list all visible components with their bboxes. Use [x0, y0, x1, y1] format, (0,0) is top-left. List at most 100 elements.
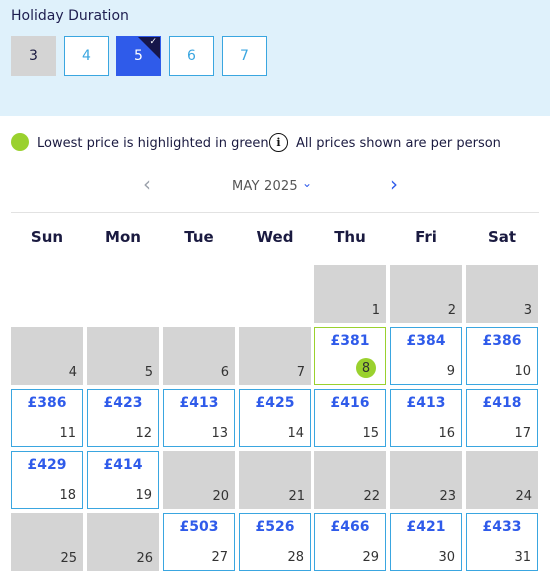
chevron-down-icon[interactable]: ⌄ — [302, 176, 312, 190]
day-number: 21 — [288, 489, 305, 504]
day-price: £421 — [406, 519, 446, 535]
day-number: 3 — [523, 303, 532, 318]
calendar-day-31[interactable]: £433 31 — [466, 513, 538, 571]
month-navigation: ‹ MAY 2025 ⌄ › — [0, 172, 550, 198]
weekday-wed: Wed — [256, 228, 294, 246]
info-icon: i — [269, 133, 288, 152]
day-number: 1 — [371, 303, 380, 318]
holiday-duration-title: Holiday Duration — [11, 8, 129, 24]
calendar-day-16[interactable]: £413 16 — [390, 389, 462, 447]
day-number: 13 — [211, 426, 228, 441]
calendar-day-3: 3 — [466, 265, 538, 323]
day-number: 23 — [439, 489, 456, 504]
calendar-day-22: 22 — [314, 451, 386, 509]
calendar-day-9[interactable]: £384 9 — [390, 327, 462, 385]
calendar-day-20: 20 — [163, 451, 235, 509]
calendar-day-26: 26 — [87, 513, 159, 571]
calendar-day-1: 1 — [314, 265, 386, 323]
calendar-day-11[interactable]: £386 11 — [11, 389, 83, 447]
day-number: 5 — [144, 365, 153, 380]
day-price: £384 — [406, 333, 446, 349]
weekday-sat: Sat — [487, 228, 517, 246]
day-number: 10 — [514, 364, 531, 379]
calendar-day-5: 5 — [87, 327, 159, 385]
duration-option-3: 3 — [11, 36, 56, 76]
calendar-day-13[interactable]: £413 13 — [163, 389, 235, 447]
day-price: £418 — [482, 395, 522, 411]
calendar-day-7: 7 — [239, 327, 311, 385]
price-legend: Lowest price is highlighted in green i A… — [11, 130, 541, 156]
weekday-sun: Sun — [30, 228, 64, 246]
duration-option-5[interactable]: 5 ✓ — [116, 36, 161, 76]
calendar-day-15[interactable]: £416 15 — [314, 389, 386, 447]
calendar-day-8[interactable]: £381 8 — [314, 327, 386, 385]
calendar-day-2: 2 — [390, 265, 462, 323]
day-price: £386 — [482, 333, 522, 349]
per-person-legend-text: All prices shown are per person — [296, 136, 501, 151]
day-price: £423 — [103, 395, 143, 411]
day-price: £466 — [330, 519, 370, 535]
month-label[interactable]: MAY 2025 — [232, 179, 298, 194]
weekday-mon: Mon — [105, 228, 141, 246]
duration-option-label: 3 — [29, 48, 38, 64]
day-number: 14 — [287, 426, 304, 441]
day-number: 20 — [212, 489, 229, 504]
duration-option-7[interactable]: 7 — [222, 36, 267, 76]
duration-option-label: 4 — [82, 48, 91, 64]
day-price: £413 — [406, 395, 446, 411]
day-price: £429 — [27, 457, 67, 473]
day-price: £433 — [482, 519, 522, 535]
day-number: 4 — [68, 365, 77, 380]
day-number: 18 — [59, 488, 76, 503]
day-number: 31 — [514, 550, 531, 565]
duration-option-label: 6 — [187, 48, 196, 64]
calendar-day-30[interactable]: £421 30 — [390, 513, 462, 571]
next-month-icon[interactable]: › — [390, 172, 398, 196]
calendar-day-14[interactable]: £425 14 — [239, 389, 311, 447]
day-number: 26 — [136, 551, 153, 566]
day-number: 16 — [438, 426, 455, 441]
day-number: 19 — [135, 488, 152, 503]
weekday-tue: Tue — [184, 228, 214, 246]
calendar-day-10[interactable]: £386 10 — [466, 327, 538, 385]
duration-option-label: 7 — [240, 48, 249, 64]
weekday-thu: Thu — [334, 228, 366, 246]
calendar-day-28[interactable]: £526 28 — [239, 513, 311, 571]
day-number: 7 — [296, 365, 305, 380]
day-price: £386 — [27, 395, 67, 411]
day-price: £526 — [255, 519, 295, 535]
calendar-day-29[interactable]: £466 29 — [314, 513, 386, 571]
duration-option-4[interactable]: 4 — [64, 36, 109, 76]
day-number: 15 — [362, 426, 379, 441]
day-price: £381 — [330, 333, 370, 349]
calendar-day-19[interactable]: £414 19 — [87, 451, 159, 509]
calendar-day-23: 23 — [390, 451, 462, 509]
weekday-fri: Fri — [415, 228, 437, 246]
checkmark-icon: ✓ — [149, 37, 157, 47]
calendar-day-12[interactable]: £423 12 — [87, 389, 159, 447]
divider — [11, 212, 539, 213]
day-number: 27 — [211, 550, 228, 565]
duration-option-6[interactable]: 6 — [169, 36, 214, 76]
day-number: 12 — [135, 426, 152, 441]
day-price: £414 — [103, 457, 143, 473]
day-number: 29 — [362, 550, 379, 565]
day-number: 2 — [447, 303, 456, 318]
day-price: £425 — [255, 395, 295, 411]
day-price: £416 — [330, 395, 370, 411]
day-price: £503 — [179, 519, 219, 535]
lowest-price-legend-text: Lowest price is highlighted in green — [37, 136, 269, 151]
calendar-day-6: 6 — [163, 327, 235, 385]
calendar-day-17[interactable]: £418 17 — [466, 389, 538, 447]
day-number: 30 — [438, 550, 455, 565]
day-number: 6 — [220, 365, 229, 380]
day-price: £413 — [179, 395, 219, 411]
previous-month-icon[interactable]: ‹ — [143, 172, 151, 196]
day-number: 9 — [446, 364, 455, 379]
calendar-day-27[interactable]: £503 27 — [163, 513, 235, 571]
calendar-day-25: 25 — [11, 513, 83, 571]
calendar-day-18[interactable]: £429 18 — [11, 451, 83, 509]
day-number: 11 — [59, 426, 76, 441]
calendar-day-21: 21 — [239, 451, 311, 509]
day-number: 24 — [515, 489, 532, 504]
